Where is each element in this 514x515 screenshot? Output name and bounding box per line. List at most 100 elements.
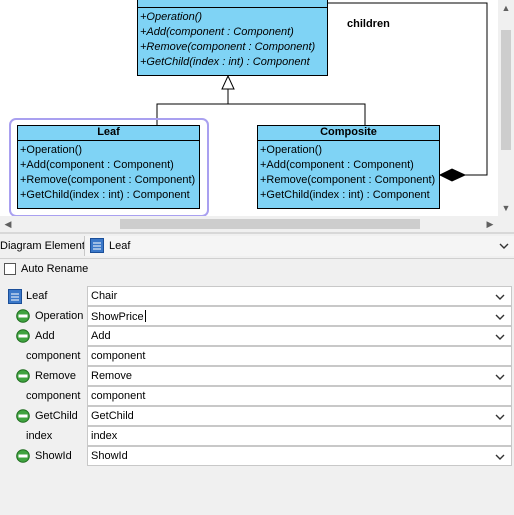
property-label-cell: Add [2, 326, 86, 346]
diagram-canvas[interactable]: +Operation() +Add(component : Component)… [0, 0, 514, 232]
property-row: Remove Remove [2, 366, 512, 386]
property-name: GetChild [35, 410, 78, 422]
property-value: index [91, 430, 118, 442]
property-row: Leaf Chair [2, 286, 512, 306]
scrollbar-corner [498, 216, 514, 232]
chevron-down-icon[interactable] [495, 292, 505, 302]
horizontal-scrollbar[interactable]: ◀ ▶ [0, 216, 498, 232]
operation-icon [16, 409, 30, 423]
composite-op: +Add(component : Component) [260, 159, 414, 171]
property-name: index [26, 430, 53, 442]
property-name: component [26, 350, 81, 362]
property-row: GetChild GetChild [2, 406, 512, 426]
property-value-input[interactable]: ShowPrice [91, 310, 146, 323]
property-value-field[interactable]: component [87, 386, 512, 406]
property-name: Operation [35, 310, 84, 322]
property-value: ShowId [91, 450, 128, 462]
property-name: Add [35, 330, 55, 342]
class-icon [90, 238, 104, 253]
leaf-op: +GetChild(index : int) : Component [20, 189, 190, 201]
property-label-cell: index [2, 426, 86, 446]
leaf-op: +Remove(component : Component) [20, 174, 196, 186]
property-label-cell: Operation [2, 306, 86, 326]
chevron-down-icon[interactable] [495, 372, 505, 382]
operation-icon [16, 309, 30, 323]
property-label-cell: GetChild [2, 406, 86, 426]
chevron-down-icon[interactable] [495, 412, 505, 422]
property-row: ShowId ShowId [2, 446, 512, 466]
property-value: Add [91, 330, 111, 342]
component-op: +GetChild(index : int) : Component [140, 56, 310, 68]
property-name: ShowId [35, 450, 72, 462]
composite-operations: +Operation() +Add(component : Component)… [258, 141, 439, 203]
chevron-down-icon[interactable] [495, 332, 505, 342]
operation-icon [16, 329, 30, 343]
chevron-down-icon[interactable] [495, 452, 505, 462]
property-value-field[interactable]: component [87, 346, 512, 366]
property-label-cell: component [2, 346, 86, 366]
composite-op: +GetChild(index : int) : Component [260, 189, 430, 201]
leaf-operations: +Operation() +Add(component : Component)… [18, 141, 199, 203]
scroll-right-icon[interactable]: ▶ [482, 216, 498, 232]
scroll-left-icon[interactable]: ◀ [0, 216, 16, 232]
vertical-scroll-thumb[interactable] [501, 30, 511, 150]
auto-rename-label[interactable]: Auto Rename [21, 263, 88, 275]
property-label-cell: Remove [2, 366, 86, 386]
property-row: Operation ShowPrice [2, 306, 512, 326]
property-label-cell: component [2, 386, 86, 406]
leaf-op: +Operation() [20, 144, 83, 156]
element-selector-row: Diagram Element Leaf [0, 234, 514, 259]
property-value: Chair [91, 290, 118, 302]
property-row: Add Add [2, 326, 512, 346]
element-selector-value: Leaf [109, 240, 131, 252]
property-row: component component [2, 386, 512, 406]
composite-op: +Remove(component : Component) [260, 174, 436, 186]
component-class[interactable]: +Operation() +Add(component : Component)… [137, 0, 328, 76]
property-value-dropdown[interactable]: Chair [87, 286, 512, 306]
component-operations: +Operation() +Add(component : Component)… [138, 8, 327, 70]
composition-diamond [438, 168, 467, 182]
property-value: ShowPrice [91, 311, 144, 323]
property-label-cell: Leaf [2, 286, 86, 306]
auto-rename-checkbox[interactable] [4, 263, 16, 275]
property-value: Remove [91, 370, 132, 382]
property-value-dropdown[interactable]: GetChild [87, 406, 512, 426]
scroll-down-icon[interactable]: ▼ [498, 200, 514, 216]
composite-class-name: Composite [258, 126, 439, 141]
leaf-class[interactable]: Leaf +Operation() +Add(component : Compo… [17, 125, 200, 209]
element-selector-dropdown[interactable]: Leaf [84, 236, 514, 256]
composite-class[interactable]: Composite +Operation() +Add(component : … [257, 125, 440, 209]
property-value-dropdown[interactable]: Add [87, 326, 512, 346]
chevron-down-icon[interactable] [495, 312, 505, 322]
chevron-down-icon[interactable] [499, 241, 509, 251]
component-op: +Operation() [140, 11, 203, 23]
vertical-scrollbar[interactable]: ▲ ▼ [498, 0, 514, 216]
property-value-dropdown[interactable]: ShowPrice [87, 306, 512, 326]
children-label: children [347, 18, 390, 30]
component-op: +Add(component : Component) [140, 26, 294, 38]
component-class-header [138, 0, 327, 8]
leaf-op: +Add(component : Component) [20, 159, 174, 171]
property-name: Remove [35, 370, 76, 382]
scroll-up-icon[interactable]: ▲ [498, 0, 514, 16]
property-label-cell: ShowId [2, 446, 86, 466]
component-op: +Remove(component : Component) [140, 41, 316, 53]
leaf-class-name: Leaf [18, 126, 199, 141]
property-grid: Leaf Chair Operation ShowPrice Add Add c… [2, 286, 512, 469]
property-value: component [91, 390, 146, 402]
property-name: Leaf [26, 290, 48, 302]
element-selector-label: Diagram Element [0, 240, 85, 252]
property-value: component [91, 350, 146, 362]
composite-op: +Operation() [260, 144, 323, 156]
text-caret [144, 310, 146, 322]
property-value-dropdown[interactable]: ShowId [87, 446, 512, 466]
horizontal-scroll-thumb[interactable] [120, 219, 420, 229]
property-row: index index [2, 426, 512, 446]
property-value: GetChild [91, 410, 134, 422]
property-value-dropdown[interactable]: Remove [87, 366, 512, 386]
operation-icon [16, 369, 30, 383]
property-value-field[interactable]: index [87, 426, 512, 446]
class-icon [8, 289, 22, 304]
operation-icon [16, 449, 30, 463]
inheritance-arrowhead [221, 74, 235, 90]
